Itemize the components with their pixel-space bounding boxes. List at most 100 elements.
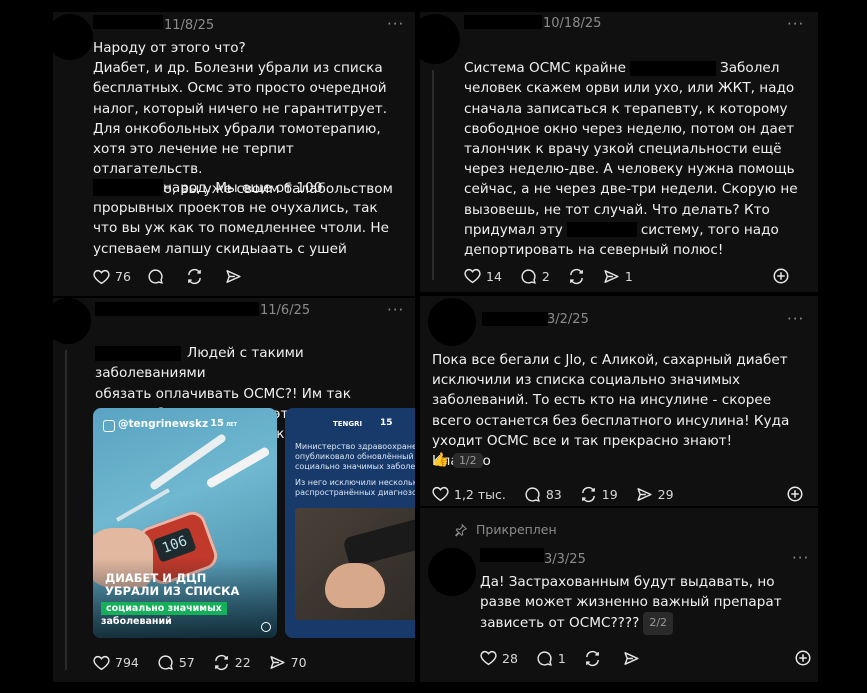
more-options-icon[interactable]: ··· <box>387 301 404 319</box>
action-bar: 76 <box>93 268 242 285</box>
image-headline: ДИАБЕТ И ДЦП УБРАЛИ ИЗ СПИСКА <box>105 572 239 598</box>
post-date: 11/8/25 <box>164 18 215 33</box>
heart-icon <box>480 650 497 666</box>
post-date: 10/18/25 <box>543 16 602 31</box>
repost-button[interactable] <box>186 268 203 285</box>
repost-icon <box>581 486 595 502</box>
heart-icon <box>464 268 481 284</box>
image-logo: TENGRI <box>333 420 363 428</box>
send-icon <box>270 656 285 669</box>
share-count: 1 <box>624 268 633 284</box>
more-options-icon[interactable]: ··· <box>387 15 404 33</box>
reply-button[interactable]: 1 <box>536 650 566 667</box>
action-bar: 794 57 22 70 <box>93 654 307 671</box>
repost-button[interactable] <box>584 650 601 667</box>
post-panel: 11/8/25 ··· Народу от этого что? Диабет,… <box>53 12 415 296</box>
redacted-username[interactable] <box>95 302 259 316</box>
more-options-icon[interactable]: ··· <box>787 15 804 33</box>
send-icon <box>624 651 639 665</box>
reply-count: 57 <box>178 655 195 670</box>
reply-button[interactable]: 2 <box>520 268 550 285</box>
heart-icon <box>93 655 110 670</box>
like-button[interactable]: 28 <box>480 650 518 666</box>
photo-image <box>295 508 415 620</box>
share-button[interactable]: 1 <box>603 268 633 285</box>
post-text-part: придумал эту <box>464 221 563 238</box>
image-tag: социально значимых <box>101 602 227 615</box>
redacted-username[interactable] <box>464 15 542 29</box>
more-options-icon[interactable]: ··· <box>792 549 809 567</box>
instagram-icon <box>103 420 115 432</box>
redacted-username[interactable] <box>93 15 163 29</box>
more-options-icon[interactable]: ··· <box>787 310 804 328</box>
attached-image[interactable]: @tengrinewskz 15 ЛЕТ 106 ДИАБЕТ И ДЦП УБР… <box>93 408 277 638</box>
headline-line: УБРАЛИ ИЗ СПИСКА <box>105 584 240 598</box>
comment-icon <box>148 269 163 284</box>
image-paragraph: Министерство здравоохранени опубликовало… <box>295 442 415 471</box>
reply-button[interactable]: 57 <box>157 654 195 671</box>
reply-count: 2 <box>541 268 550 284</box>
post-panel: 3/2/25 ··· Пока все бегали с Jlo, с Алик… <box>420 296 818 506</box>
send-icon <box>637 487 652 501</box>
avatar[interactable] <box>53 14 93 60</box>
avatar[interactable] <box>53 298 91 344</box>
share-button[interactable]: 70 <box>269 654 307 671</box>
add-circle-icon <box>773 268 789 284</box>
like-count: 1,2 тыс. <box>454 486 506 502</box>
avatar[interactable] <box>428 548 476 596</box>
post-text-part: человек скажем орви или ухо, или ЖКТ, на… <box>464 80 798 218</box>
repost-count: 22 <box>234 655 251 670</box>
post-text-continued: народ. Мы еще от 100 прорывных проектов … <box>93 180 390 257</box>
post-date: 3/2/25 <box>547 312 589 327</box>
post-date: 11/6/25 <box>260 303 311 318</box>
quote-button[interactable] <box>772 267 790 285</box>
avatar[interactable] <box>420 14 460 64</box>
reply-text: Да! Застрахованным будут выдавать, но ра… <box>480 574 782 632</box>
like-count: 76 <box>115 269 131 284</box>
post-text-part: Заболел <box>719 60 780 77</box>
pin-icon <box>455 522 468 537</box>
repost-button[interactable]: 19 <box>580 486 618 503</box>
comment-icon <box>537 650 552 666</box>
quote-button[interactable] <box>794 649 812 667</box>
post-text: Система ОСМС крайне Заболел человек скаже… <box>464 38 804 260</box>
like-button[interactable]: 14 <box>464 268 502 284</box>
avatar[interactable] <box>428 298 476 346</box>
thumbs-up-emoji: 👍 <box>432 452 449 468</box>
thread-pager: 2/2 <box>643 612 674 635</box>
post-text-part: Система ОСМС крайне <box>464 60 626 77</box>
repost-icon <box>214 654 228 671</box>
like-button[interactable]: 1,2 тыс. <box>432 486 506 502</box>
post-date: 3/3/25 <box>544 552 586 567</box>
image-anniversary-badge: 15 ЛЕТ <box>210 418 237 429</box>
repost-count: 19 <box>601 486 618 502</box>
like-button[interactable]: 794 <box>93 655 139 671</box>
reply-count: 83 <box>545 486 562 502</box>
share-button[interactable] <box>225 268 242 285</box>
attached-image[interactable]: TENGRI 15 Министерство здравоохранени оп… <box>285 408 415 638</box>
like-button[interactable]: 76 <box>93 269 131 285</box>
redacted-text <box>95 345 181 361</box>
action-bar: 14 2 1 <box>464 267 804 285</box>
reply-button[interactable] <box>147 268 164 285</box>
repost-icon <box>569 268 583 284</box>
badge-number: 15 <box>210 418 225 429</box>
thread-pager: 1/2 <box>452 452 483 468</box>
thread-line <box>432 70 434 280</box>
reply-button[interactable]: 83 <box>524 486 562 503</box>
share-button[interactable]: 29 <box>636 486 674 503</box>
repost-button[interactable]: 22 <box>213 654 251 671</box>
quote-button[interactable] <box>786 485 804 503</box>
badge-suffix: ЛЕТ <box>226 422 237 428</box>
redacted-username[interactable] <box>480 548 544 562</box>
post-panel: Прикреплен 3/3/25 ··· Да! Застрахованным… <box>420 508 818 682</box>
repost-button[interactable] <box>568 268 585 285</box>
post-text-tail: 👍 1/2 <box>432 452 483 468</box>
share-count: 29 <box>657 486 674 502</box>
pinned-label: Прикреплен <box>476 522 557 537</box>
heart-icon <box>432 486 449 502</box>
redacted-username[interactable] <box>482 312 548 326</box>
image-subtag: заболеваний <box>101 616 172 627</box>
comment-icon <box>525 486 540 502</box>
share-button[interactable] <box>623 650 640 667</box>
